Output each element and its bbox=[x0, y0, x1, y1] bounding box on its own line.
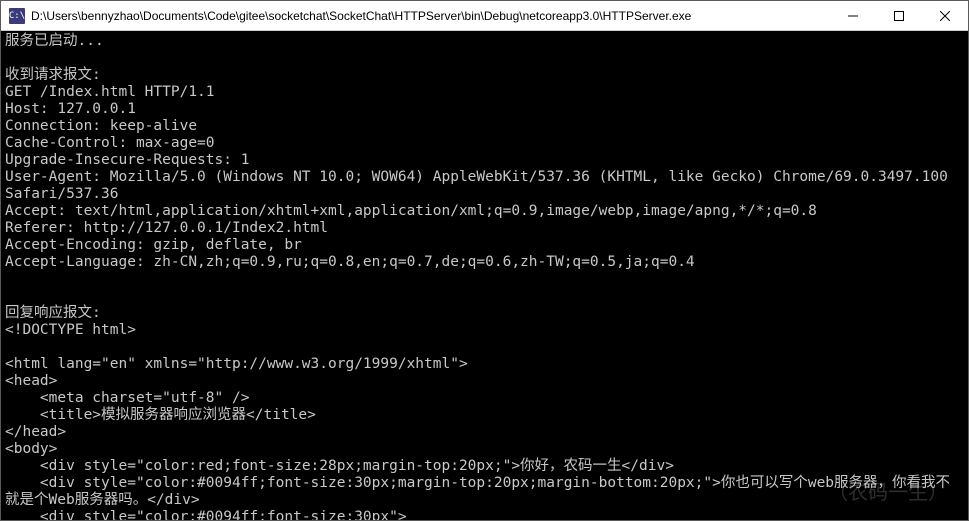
console-output[interactable]: 服务已启动... 收到请求报文: GET /Index.html HTTP/1.… bbox=[1, 31, 968, 520]
close-button[interactable] bbox=[922, 1, 968, 30]
minimize-icon bbox=[848, 11, 858, 21]
app-icon: C:\ bbox=[9, 8, 25, 24]
window-controls bbox=[830, 1, 968, 30]
minimize-button[interactable] bbox=[830, 1, 876, 30]
titlebar[interactable]: C:\ D:\Users\bennyzhao\Documents\Code\gi… bbox=[1, 1, 968, 31]
console-text: 服务已启动... 收到请求报文: GET /Index.html HTTP/1.… bbox=[5, 33, 957, 520]
window-title: D:\Users\bennyzhao\Documents\Code\gitee\… bbox=[31, 9, 830, 23]
close-icon bbox=[940, 11, 950, 21]
console-window: C:\ D:\Users\bennyzhao\Documents\Code\gi… bbox=[0, 0, 969, 521]
maximize-icon bbox=[894, 11, 904, 21]
maximize-button[interactable] bbox=[876, 1, 922, 30]
